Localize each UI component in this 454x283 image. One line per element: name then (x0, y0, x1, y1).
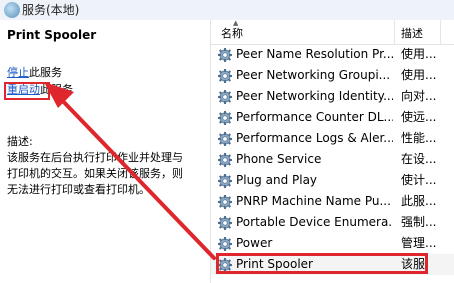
service-description: 使计... (401, 173, 437, 187)
service-name: Plug and Play (236, 173, 318, 187)
gear-icon (217, 194, 233, 210)
window-title: 服务(本地) (22, 3, 80, 17)
selected-service-name: Print Spooler (7, 28, 97, 42)
stop-suffix: 此服务 (29, 66, 62, 79)
title-bar: 服务(本地) (0, 0, 454, 21)
service-description: 使用... (401, 47, 437, 61)
description-label: 描述: (7, 135, 33, 148)
gear-icon (217, 215, 233, 231)
column-divider[interactable] (394, 20, 395, 44)
service-detail-panel: Print Spooler 停止此服务 重启动此服务 描述: 该服务在后台执行打… (0, 20, 211, 283)
service-name: Peer Networking Identity... (236, 89, 393, 103)
service-row[interactable]: Power 管理... (211, 233, 454, 254)
services-icon (4, 2, 20, 18)
services-list: ▲ 名称 描述 Peer Name Resolution Pr... 使用... P… (211, 19, 454, 283)
service-name: Performance Logs & Aler... (236, 131, 393, 145)
description-line: 无法进行打印或查看打印机。 (7, 183, 150, 196)
description-text: 该服务在后台执行打印作业并处理与 打印机的交互。如果关闭该服务，则 无法进行打印… (7, 150, 203, 198)
stop-action: 停止此服务 (7, 66, 62, 80)
gear-icon (217, 152, 233, 168)
service-description: 强制... (401, 215, 437, 229)
selected-row-highlight (216, 253, 428, 274)
service-description: 管理... (401, 236, 437, 250)
column-header-description[interactable]: 描述 (401, 25, 423, 41)
service-row[interactable]: Peer Networking Identity... 向对... (211, 86, 454, 107)
service-row[interactable]: Phone Service 在设... (211, 149, 454, 170)
gear-icon (217, 173, 233, 189)
service-description: 向对... (401, 89, 437, 103)
service-row[interactable]: Performance Logs & Aler... 性能... (211, 128, 454, 149)
service-name: Phone Service (236, 152, 322, 166)
description-line: 打印机的交互。如果关闭该服务，则 (7, 167, 183, 180)
service-name: Power (236, 236, 273, 250)
service-description: 性能... (401, 131, 437, 145)
service-description: 在设... (401, 152, 437, 166)
restart-highlight (4, 82, 50, 100)
service-row[interactable]: PNRP Machine Name Pu... 此服... (211, 191, 454, 212)
column-divider[interactable] (440, 20, 441, 44)
gear-icon (217, 68, 233, 84)
service-row[interactable]: Peer Name Resolution Pr... 使用... (211, 44, 454, 65)
service-description: 此服... (401, 194, 437, 208)
service-row[interactable]: Portable Device Enumera... 强制... (211, 212, 454, 233)
column-header-name[interactable]: 名称 (221, 25, 243, 41)
gear-icon (217, 89, 233, 105)
gear-icon (217, 47, 233, 63)
description-line: 该服务在后台执行打印作业并处理与 (7, 151, 183, 164)
service-name: Peer Name Resolution Pr... (236, 47, 393, 61)
service-name: Portable Device Enumera... (236, 215, 393, 229)
gear-icon (217, 110, 233, 126)
service-description: 使用... (401, 68, 437, 82)
service-row[interactable]: Plug and Play 使计... (211, 170, 454, 191)
service-description: 使远... (401, 110, 437, 124)
stop-link[interactable]: 停止 (7, 66, 29, 79)
service-name: PNRP Machine Name Pu... (236, 194, 391, 208)
service-row[interactable]: Performance Counter DL... 使远... (211, 107, 454, 128)
service-name: Performance Counter DL... (236, 110, 393, 124)
service-name: Peer Networking Groupi... (236, 68, 391, 82)
gear-icon (217, 236, 233, 252)
gear-icon (217, 131, 233, 147)
list-header: ▲ 名称 描述 (211, 19, 454, 45)
service-row[interactable]: Peer Networking Groupi... 使用... (211, 65, 454, 86)
